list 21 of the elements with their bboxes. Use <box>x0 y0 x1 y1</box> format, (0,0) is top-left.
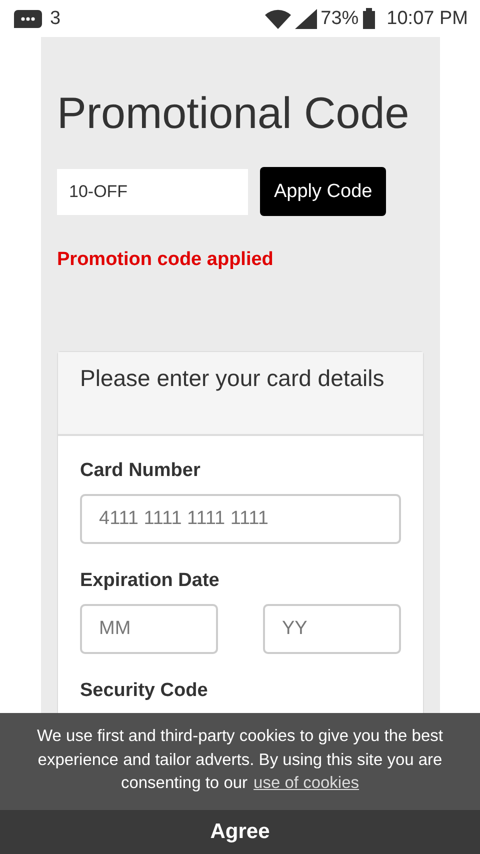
year-field[interactable]: YY <box>263 604 401 654</box>
card-number-field[interactable]: 4111 1111 1111 1111 <box>80 494 401 544</box>
expiration-date-label: Expiration Date <box>80 570 220 592</box>
battery-icon <box>362 8 375 29</box>
chat-bubble-icon <box>14 10 42 28</box>
promo-code-field[interactable]: 10-OFF <box>57 168 248 214</box>
notification-count: 3 <box>50 8 61 30</box>
card-number-label: Card Number <box>80 460 202 482</box>
signal-icon <box>294 8 317 28</box>
month-field[interactable]: MM <box>80 604 218 654</box>
battery-percent: 73% <box>320 8 359 30</box>
cookie-notice: We use first and third-party cookies to give you the best experience and tailor adverts. By using this site you are consenting to our use of cookies <box>0 713 480 810</box>
clock-time: 10:07 PM <box>386 8 468 30</box>
page-title: Promotional Code <box>57 89 410 139</box>
card-details-header: Please enter your card details <box>58 352 423 436</box>
wifi-icon <box>264 8 291 28</box>
cookies-link[interactable]: use of cookies <box>254 774 360 792</box>
promo-status-message: Promotion code applied <box>57 249 274 271</box>
security-code-label: Security Code <box>80 680 209 702</box>
apply-code-button[interactable]: Apply Code <box>260 167 386 216</box>
agree-button[interactable]: Agree <box>0 810 480 854</box>
